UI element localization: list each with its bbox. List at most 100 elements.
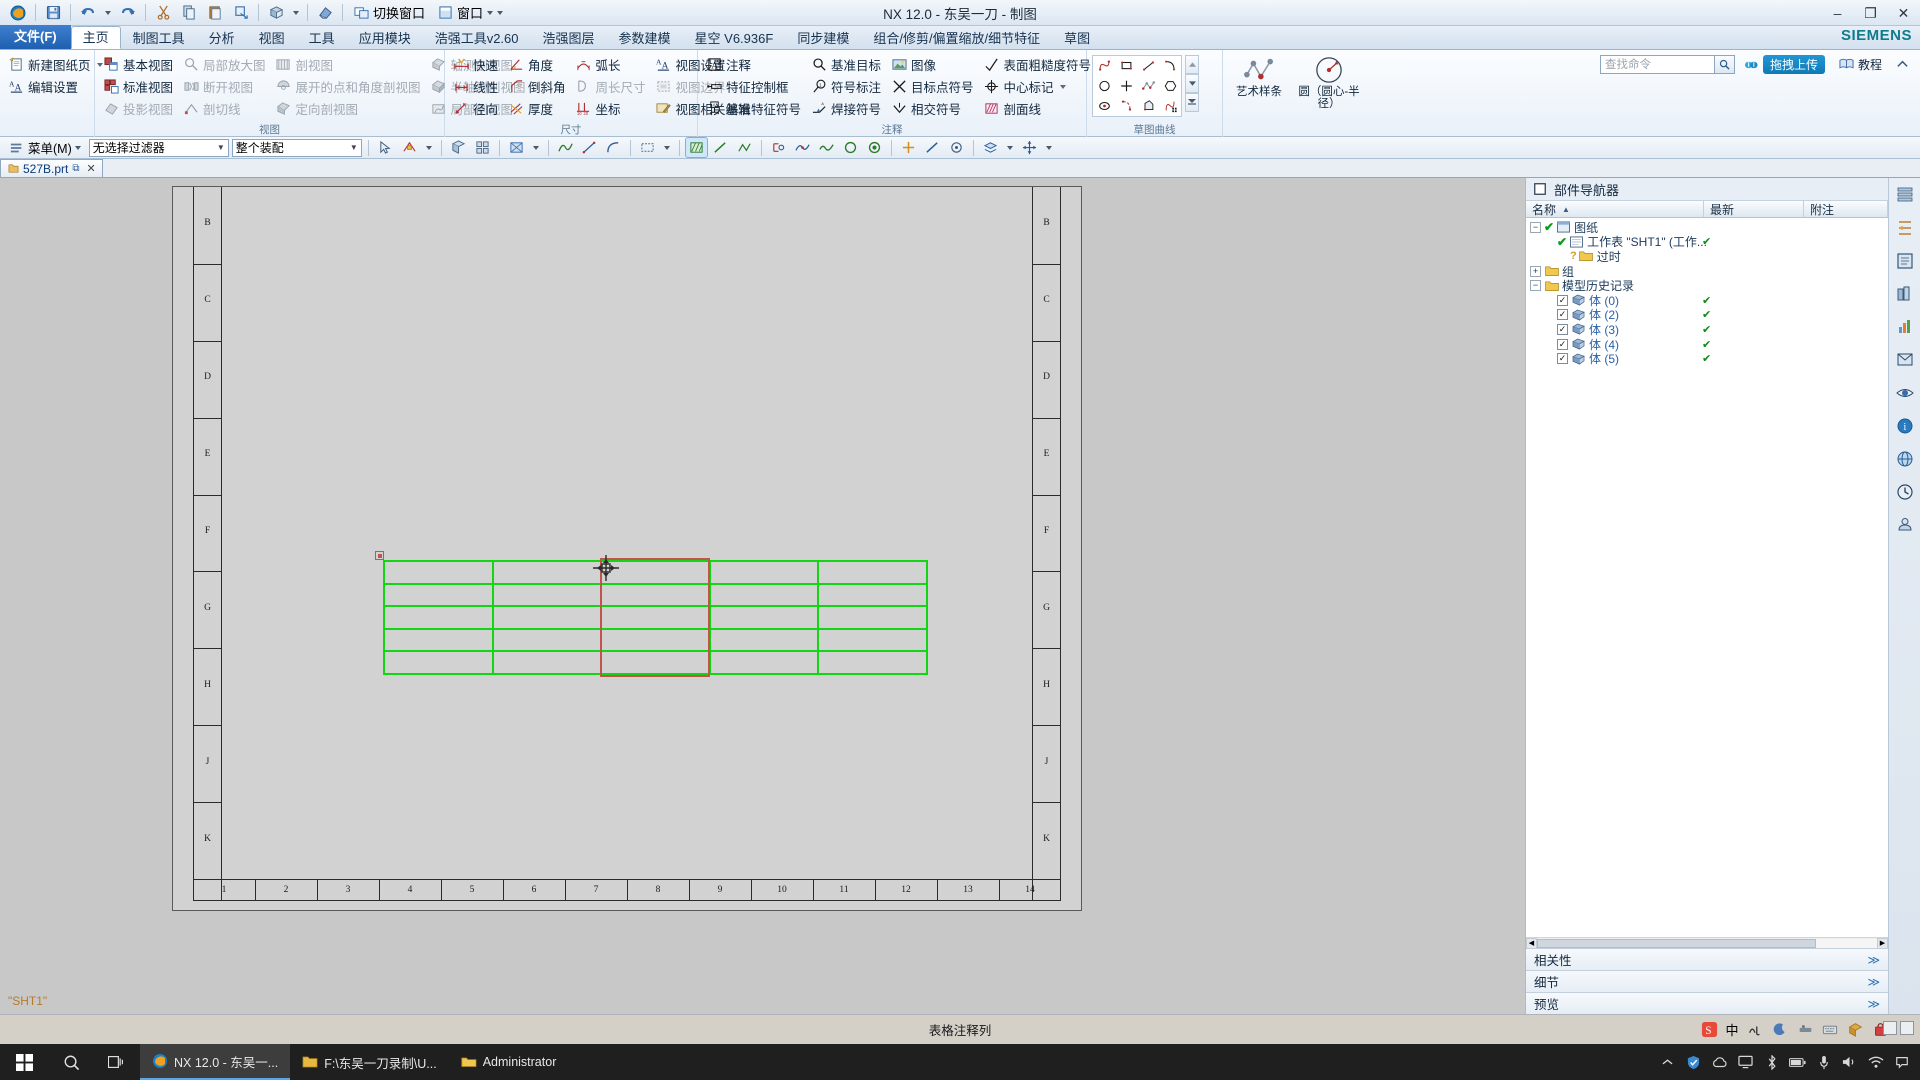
pattern-curve-icon[interactable] <box>1159 96 1181 116</box>
upload-button[interactable]: 拖拽上传 <box>1739 54 1830 74</box>
chevron-down-icon[interactable]: ▼ <box>350 143 358 152</box>
filled-circle-icon[interactable] <box>864 138 885 157</box>
diagonal-icon[interactable] <box>922 138 943 157</box>
visibility-checkbox[interactable] <box>1557 323 1568 335</box>
cloud-icon[interactable] <box>1711 1054 1728 1071</box>
gallery-scroll-down-icon[interactable] <box>1185 74 1199 93</box>
detail-view-button[interactable]: 局部放大图 <box>180 54 271 75</box>
ordinate-dimension-button[interactable]: 10 20 坐标 <box>573 98 651 119</box>
section-details[interactable]: 细节 ≫ <box>1526 970 1888 992</box>
art-spline-button[interactable]: 艺术样条 <box>1228 53 1290 98</box>
balloon-button[interactable]: 1 符号标注 <box>808 76 886 97</box>
circle-center-radius-button[interactable]: 圆（圆心-半径） <box>1298 53 1360 110</box>
tab-analysis[interactable]: 分析 <box>197 27 247 49</box>
drawing-sheet[interactable]: BCDEFGHJK BCDEFGHJK 1 2 3 4 5 6 7 8 9 10 11 12 13 14 <box>172 186 1082 911</box>
tutorial-button[interactable]: 教程 <box>1834 54 1887 74</box>
line-icon[interactable] <box>1137 56 1159 76</box>
bluetooth-icon[interactable] <box>1763 1054 1780 1071</box>
document-tab-527b[interactable]: 527B.prt ⧉ ✕ <box>0 159 103 177</box>
column-notes[interactable]: 附注 <box>1804 201 1888 217</box>
minimize-button[interactable]: – <box>1821 0 1854 26</box>
perimeter-dimension-button[interactable]: 周长尺寸 <box>573 76 651 97</box>
monitor-icon[interactable] <box>1737 1054 1754 1071</box>
tab-drafting-tools[interactable]: 制图工具 <box>121 27 197 49</box>
mic-icon[interactable] <box>1815 1054 1832 1071</box>
switch-window-button[interactable]: 切换窗口 <box>348 2 430 24</box>
search-icon[interactable] <box>1714 54 1735 74</box>
hatch-pattern-icon[interactable] <box>684 137 708 158</box>
tab-xingkong[interactable]: 星空 V6.936F <box>683 27 786 49</box>
copy-icon[interactable] <box>177 2 201 24</box>
tree-row[interactable]: 体 (5) ✔ <box>1526 351 1888 366</box>
undo-icon[interactable] <box>76 2 100 24</box>
ribbon-collapse-button[interactable] <box>1891 54 1914 74</box>
chevron-down-icon[interactable] <box>1059 84 1066 89</box>
drawing-canvas[interactable]: BCDEFGHJK BCDEFGHJK 1 2 3 4 5 6 7 8 9 10 11 12 13 14 … <box>0 178 1525 1014</box>
tree-expander[interactable]: − <box>1530 221 1541 233</box>
snap-point-icon[interactable] <box>399 138 420 157</box>
arc-icon[interactable] <box>1159 56 1181 76</box>
weld-symbol-button[interactable]: A 焊接符号 <box>808 98 886 119</box>
grid-snap-icon[interactable] <box>448 138 469 157</box>
hscroll-track[interactable] <box>1537 938 1877 948</box>
surface-finish-symbol-button[interactable]: 表面粗糙度符号 <box>981 54 1097 75</box>
edit-settings-button[interactable]: AA 编辑设置 <box>5 76 108 97</box>
role-icon[interactable] <box>1892 512 1918 538</box>
tab-tools[interactable]: 工具 <box>297 27 347 49</box>
section-dependencies[interactable]: 相关性 ≫ <box>1526 948 1888 970</box>
tab-home[interactable]: 主页 <box>70 26 121 49</box>
target-point-symbol-button[interactable]: 目标点符号 <box>888 76 979 97</box>
tree-row[interactable]: 体 (3)✔ <box>1526 322 1888 337</box>
fillet-arc-icon[interactable] <box>1115 96 1137 116</box>
constraint-navigator-icon[interactable] <box>1892 215 1918 241</box>
oriented-section-button[interactable]: 定向剖视图 <box>273 98 426 119</box>
linear-dimension-button[interactable]: 线性 <box>450 76 503 97</box>
start-button[interactable] <box>0 1044 48 1080</box>
section-preview[interactable]: 预览 ≫ <box>1526 992 1888 1014</box>
sketch-gallery-scrollbar[interactable] <box>1185 55 1199 112</box>
polyline-tool-icon[interactable] <box>734 138 755 157</box>
radial-dimension-button[interactable]: R 径向 <box>450 98 503 119</box>
tree-row[interactable]: − ✔ 图纸 <box>1526 220 1888 235</box>
tab-synchronous-modeling[interactable]: 同步建模 <box>785 27 861 49</box>
sketch-line-icon[interactable] <box>579 138 600 157</box>
display-mode-icon[interactable] <box>506 138 527 157</box>
taskbar-app-administrator[interactable]: Administrator <box>449 1044 569 1080</box>
wifi-icon[interactable] <box>1867 1054 1884 1071</box>
tree-row[interactable]: − 模型历史记录 <box>1526 278 1888 293</box>
face-select-icon[interactable] <box>472 138 493 157</box>
taskbar-app-folder[interactable]: F:\东吴一刀录制\U... <box>290 1044 449 1080</box>
tree-expander[interactable]: + <box>1530 265 1541 277</box>
maximize-button[interactable]: ❐ <box>1854 0 1887 26</box>
projected-view-button[interactable]: 投影视图 <box>100 98 178 119</box>
close-icon[interactable]: ✕ <box>87 162 96 175</box>
unfolded-section-button[interactable]: 展开的点和角度剖视图 <box>273 76 426 97</box>
feature-control-frame-button[interactable]: 特征控制框 <box>703 76 806 97</box>
status-box-1[interactable] <box>1883 1021 1897 1035</box>
move-icon[interactable] <box>1019 138 1040 157</box>
center-mark-button[interactable]: 中心标记 <box>981 76 1097 97</box>
task-view-button[interactable] <box>94 1044 140 1080</box>
constraint-icon[interactable] <box>768 138 789 157</box>
tab-combine-trim-offset[interactable]: 组合/修剪/偏置缩放/细节特征 <box>861 27 1052 49</box>
layer-icon[interactable] <box>980 138 1001 157</box>
profile-icon[interactable] <box>1093 56 1115 76</box>
info-icon[interactable]: i <box>1892 413 1918 439</box>
tab-haoqiang-tools[interactable]: 浩强工具v2.60 <box>423 27 531 49</box>
tree-row[interactable]: ? 过时 <box>1526 249 1888 264</box>
transform-icon[interactable] <box>229 2 253 24</box>
tree-row[interactable]: ✔ 工作表 "SHT1" (工作... ✔ <box>1526 235 1888 250</box>
selection-filter-dropdown[interactable]: 无选择过滤器 ▼ <box>88 138 229 157</box>
paste-icon[interactable] <box>203 2 227 24</box>
hscroll-thumb[interactable] <box>1537 938 1816 948</box>
menu-button[interactable]: 菜单(M) <box>4 138 86 157</box>
table-column-line[interactable] <box>817 560 819 675</box>
notification-icon[interactable] <box>1893 1054 1910 1071</box>
visibility-checkbox[interactable] <box>1557 309 1568 321</box>
save-icon[interactable] <box>41 2 65 24</box>
scroll-left-icon[interactable]: ◀ <box>1526 937 1537 949</box>
section-view-button[interactable]: 剖视图 <box>273 54 426 75</box>
visibility-checkbox[interactable] <box>1557 294 1568 306</box>
snap-dropdown-icon[interactable] <box>423 138 435 157</box>
intersection-symbol-button[interactable]: 相交符号 <box>888 98 979 119</box>
